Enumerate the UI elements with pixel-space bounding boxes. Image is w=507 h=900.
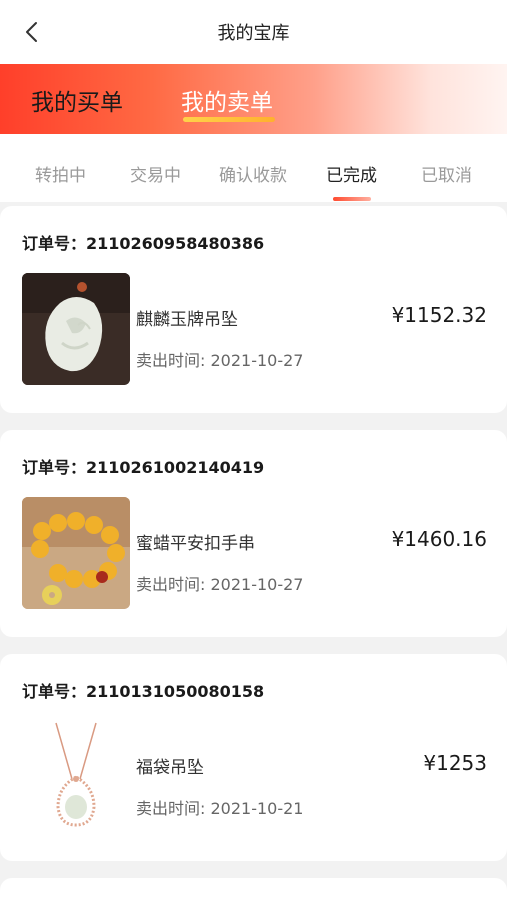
product-image (22, 721, 130, 833)
page-title: 我的宝库 (217, 23, 290, 44)
product-name: 麒麟玉牌吊坠 (136, 310, 238, 330)
order-card[interactable]: 订单号：2110131050080158 福袋吊坠 卖出时间: 2021-10-… (0, 654, 507, 861)
order-card[interactable]: 订单号：2110261002140419 蜜蜡平安扣手串 卖出时间: 2021-… (0, 430, 507, 637)
tab-cancelled[interactable]: 已取消 (421, 161, 472, 186)
tab-my-sell-orders[interactable]: 我的卖单 (181, 83, 273, 117)
order-card[interactable]: 订单号：2110260958480386 麒麟玉牌吊坠 卖出时间: 2021-1… (0, 206, 507, 413)
order-number: 订单号：2110131050080158 (22, 682, 265, 701)
active-tab-underline (183, 117, 275, 122)
order-number: 订单号：2110261002140419 (22, 458, 265, 477)
product-price: ¥1460.16 (391, 527, 487, 551)
sold-time: 卖出时间: 2021-10-27 (136, 575, 304, 594)
status-tab-bar: 转拍中 交易中 确认收款 已完成 已取消 (0, 134, 507, 202)
product-name: 福袋吊坠 (136, 758, 204, 778)
product-price: ¥1152.32 (391, 303, 487, 327)
sold-time: 卖出时间: 2021-10-21 (136, 799, 304, 818)
active-status-indicator (333, 197, 371, 201)
top-bar: 我的宝库 (0, 0, 507, 64)
order-card-partial[interactable] (0, 878, 507, 900)
order-type-banner: 我的买单 我的卖单 (0, 64, 507, 134)
product-price: ¥1253 (423, 751, 487, 775)
tab-confirm-payment[interactable]: 确认收款 (219, 161, 287, 186)
tab-completed[interactable]: 已完成 (326, 161, 377, 186)
product-name: 蜜蜡平安扣手串 (136, 534, 255, 554)
tab-my-buy-orders[interactable]: 我的买单 (31, 83, 123, 117)
product-image (22, 273, 130, 385)
tab-in-transaction[interactable]: 交易中 (130, 161, 181, 186)
order-number: 订单号：2110260958480386 (22, 234, 265, 253)
sold-time: 卖出时间: 2021-10-27 (136, 351, 304, 370)
product-image (22, 497, 130, 609)
tab-reselling[interactable]: 转拍中 (35, 161, 86, 186)
